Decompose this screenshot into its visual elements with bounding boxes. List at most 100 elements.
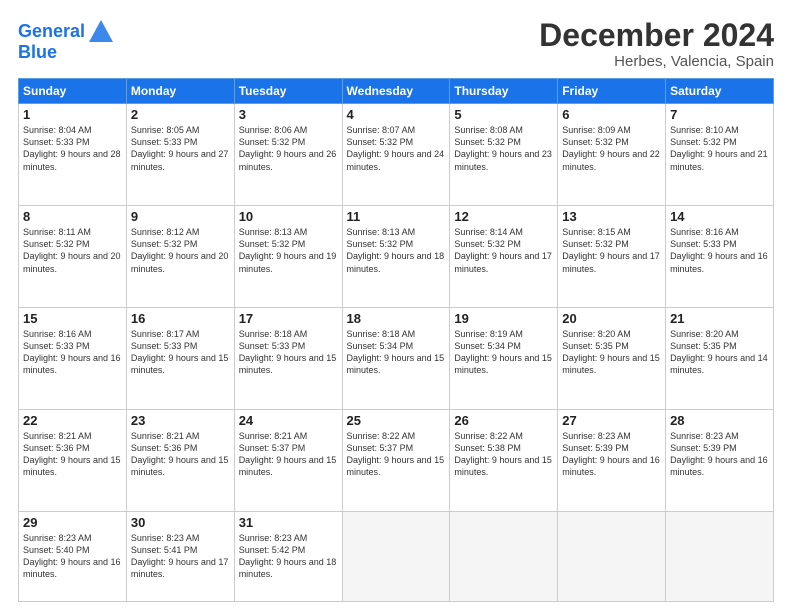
table-cell: 12 Sunrise: 8:14 AM Sunset: 5:32 PM Dayl… — [450, 206, 558, 308]
cell-info: Sunrise: 8:16 AM Sunset: 5:33 PM Dayligh… — [670, 226, 769, 275]
cell-info: Sunrise: 8:12 AM Sunset: 5:32 PM Dayligh… — [131, 226, 230, 275]
table-cell — [450, 511, 558, 601]
day-number: 20 — [562, 311, 661, 326]
day-number: 5 — [454, 107, 553, 122]
table-cell: 27 Sunrise: 8:23 AM Sunset: 5:39 PM Dayl… — [558, 409, 666, 511]
page: General Blue December 2024 Herbes, Valen… — [0, 0, 792, 612]
cell-info: Sunrise: 8:19 AM Sunset: 5:34 PM Dayligh… — [454, 328, 553, 377]
cell-info: Sunrise: 8:22 AM Sunset: 5:38 PM Dayligh… — [454, 430, 553, 479]
table-cell: 23 Sunrise: 8:21 AM Sunset: 5:36 PM Dayl… — [126, 409, 234, 511]
table-cell — [666, 511, 774, 601]
table-cell: 17 Sunrise: 8:18 AM Sunset: 5:33 PM Dayl… — [234, 308, 342, 410]
day-number: 13 — [562, 209, 661, 224]
logo: General Blue — [18, 18, 115, 63]
cell-info: Sunrise: 8:20 AM Sunset: 5:35 PM Dayligh… — [670, 328, 769, 377]
col-saturday: Saturday — [666, 79, 774, 104]
cell-info: Sunrise: 8:22 AM Sunset: 5:37 PM Dayligh… — [347, 430, 446, 479]
col-thursday: Thursday — [450, 79, 558, 104]
day-number: 21 — [670, 311, 769, 326]
day-number: 19 — [454, 311, 553, 326]
cell-info: Sunrise: 8:09 AM Sunset: 5:32 PM Dayligh… — [562, 124, 661, 173]
cell-info: Sunrise: 8:10 AM Sunset: 5:32 PM Dayligh… — [670, 124, 769, 173]
day-number: 18 — [347, 311, 446, 326]
cell-info: Sunrise: 8:07 AM Sunset: 5:32 PM Dayligh… — [347, 124, 446, 173]
day-number: 3 — [239, 107, 338, 122]
cell-info: Sunrise: 8:04 AM Sunset: 5:33 PM Dayligh… — [23, 124, 122, 173]
day-number: 14 — [670, 209, 769, 224]
table-cell: 19 Sunrise: 8:19 AM Sunset: 5:34 PM Dayl… — [450, 308, 558, 410]
cell-info: Sunrise: 8:08 AM Sunset: 5:32 PM Dayligh… — [454, 124, 553, 173]
day-number: 25 — [347, 413, 446, 428]
cell-info: Sunrise: 8:23 AM Sunset: 5:39 PM Dayligh… — [670, 430, 769, 479]
day-number: 29 — [23, 515, 122, 530]
day-number: 26 — [454, 413, 553, 428]
table-cell: 4 Sunrise: 8:07 AM Sunset: 5:32 PM Dayli… — [342, 104, 450, 206]
table-cell: 25 Sunrise: 8:22 AM Sunset: 5:37 PM Dayl… — [342, 409, 450, 511]
day-number: 6 — [562, 107, 661, 122]
cell-info: Sunrise: 8:13 AM Sunset: 5:32 PM Dayligh… — [347, 226, 446, 275]
cell-info: Sunrise: 8:16 AM Sunset: 5:33 PM Dayligh… — [23, 328, 122, 377]
table-cell: 8 Sunrise: 8:11 AM Sunset: 5:32 PM Dayli… — [19, 206, 127, 308]
day-number: 31 — [239, 515, 338, 530]
cell-info: Sunrise: 8:06 AM Sunset: 5:32 PM Dayligh… — [239, 124, 338, 173]
day-number: 23 — [131, 413, 230, 428]
table-cell: 13 Sunrise: 8:15 AM Sunset: 5:32 PM Dayl… — [558, 206, 666, 308]
day-number: 15 — [23, 311, 122, 326]
title-block: December 2024 Herbes, Valencia, Spain — [539, 18, 774, 70]
table-cell: 30 Sunrise: 8:23 AM Sunset: 5:41 PM Dayl… — [126, 511, 234, 601]
day-number: 30 — [131, 515, 230, 530]
cell-info: Sunrise: 8:11 AM Sunset: 5:32 PM Dayligh… — [23, 226, 122, 275]
logo-text: General — [18, 22, 85, 42]
day-number: 1 — [23, 107, 122, 122]
day-number: 24 — [239, 413, 338, 428]
table-cell: 20 Sunrise: 8:20 AM Sunset: 5:35 PM Dayl… — [558, 308, 666, 410]
cell-info: Sunrise: 8:23 AM Sunset: 5:40 PM Dayligh… — [23, 532, 122, 581]
day-number: 22 — [23, 413, 122, 428]
day-number: 12 — [454, 209, 553, 224]
cell-info: Sunrise: 8:17 AM Sunset: 5:33 PM Dayligh… — [131, 328, 230, 377]
day-number: 9 — [131, 209, 230, 224]
table-cell: 6 Sunrise: 8:09 AM Sunset: 5:32 PM Dayli… — [558, 104, 666, 206]
col-sunday: Sunday — [19, 79, 127, 104]
day-number: 8 — [23, 209, 122, 224]
day-number: 16 — [131, 311, 230, 326]
day-number: 7 — [670, 107, 769, 122]
table-cell: 5 Sunrise: 8:08 AM Sunset: 5:32 PM Dayli… — [450, 104, 558, 206]
table-cell: 28 Sunrise: 8:23 AM Sunset: 5:39 PM Dayl… — [666, 409, 774, 511]
table-cell: 9 Sunrise: 8:12 AM Sunset: 5:32 PM Dayli… — [126, 206, 234, 308]
day-number: 27 — [562, 413, 661, 428]
cell-info: Sunrise: 8:18 AM Sunset: 5:34 PM Dayligh… — [347, 328, 446, 377]
table-cell: 3 Sunrise: 8:06 AM Sunset: 5:32 PM Dayli… — [234, 104, 342, 206]
calendar-table: Sunday Monday Tuesday Wednesday Thursday… — [18, 78, 774, 602]
col-friday: Friday — [558, 79, 666, 104]
table-cell: 31 Sunrise: 8:23 AM Sunset: 5:42 PM Dayl… — [234, 511, 342, 601]
cell-info: Sunrise: 8:21 AM Sunset: 5:36 PM Dayligh… — [23, 430, 122, 479]
table-cell: 24 Sunrise: 8:21 AM Sunset: 5:37 PM Dayl… — [234, 409, 342, 511]
day-number: 2 — [131, 107, 230, 122]
day-number: 4 — [347, 107, 446, 122]
cell-info: Sunrise: 8:23 AM Sunset: 5:42 PM Dayligh… — [239, 532, 338, 581]
table-cell — [558, 511, 666, 601]
cell-info: Sunrise: 8:15 AM Sunset: 5:32 PM Dayligh… — [562, 226, 661, 275]
cell-info: Sunrise: 8:21 AM Sunset: 5:36 PM Dayligh… — [131, 430, 230, 479]
table-cell: 22 Sunrise: 8:21 AM Sunset: 5:36 PM Dayl… — [19, 409, 127, 511]
table-cell: 18 Sunrise: 8:18 AM Sunset: 5:34 PM Dayl… — [342, 308, 450, 410]
location: Herbes, Valencia, Spain — [539, 53, 774, 70]
cell-info: Sunrise: 8:23 AM Sunset: 5:41 PM Dayligh… — [131, 532, 230, 581]
col-tuesday: Tuesday — [234, 79, 342, 104]
header-row: Sunday Monday Tuesday Wednesday Thursday… — [19, 79, 774, 104]
table-cell: 29 Sunrise: 8:23 AM Sunset: 5:40 PM Dayl… — [19, 511, 127, 601]
col-wednesday: Wednesday — [342, 79, 450, 104]
table-cell: 7 Sunrise: 8:10 AM Sunset: 5:32 PM Dayli… — [666, 104, 774, 206]
cell-info: Sunrise: 8:05 AM Sunset: 5:33 PM Dayligh… — [131, 124, 230, 173]
day-number: 17 — [239, 311, 338, 326]
table-cell: 14 Sunrise: 8:16 AM Sunset: 5:33 PM Dayl… — [666, 206, 774, 308]
table-cell: 10 Sunrise: 8:13 AM Sunset: 5:32 PM Dayl… — [234, 206, 342, 308]
cell-info: Sunrise: 8:20 AM Sunset: 5:35 PM Dayligh… — [562, 328, 661, 377]
table-cell: 21 Sunrise: 8:20 AM Sunset: 5:35 PM Dayl… — [666, 308, 774, 410]
day-number: 28 — [670, 413, 769, 428]
table-cell: 2 Sunrise: 8:05 AM Sunset: 5:33 PM Dayli… — [126, 104, 234, 206]
cell-info: Sunrise: 8:18 AM Sunset: 5:33 PM Dayligh… — [239, 328, 338, 377]
logo-icon — [87, 18, 115, 46]
cell-info: Sunrise: 8:13 AM Sunset: 5:32 PM Dayligh… — [239, 226, 338, 275]
